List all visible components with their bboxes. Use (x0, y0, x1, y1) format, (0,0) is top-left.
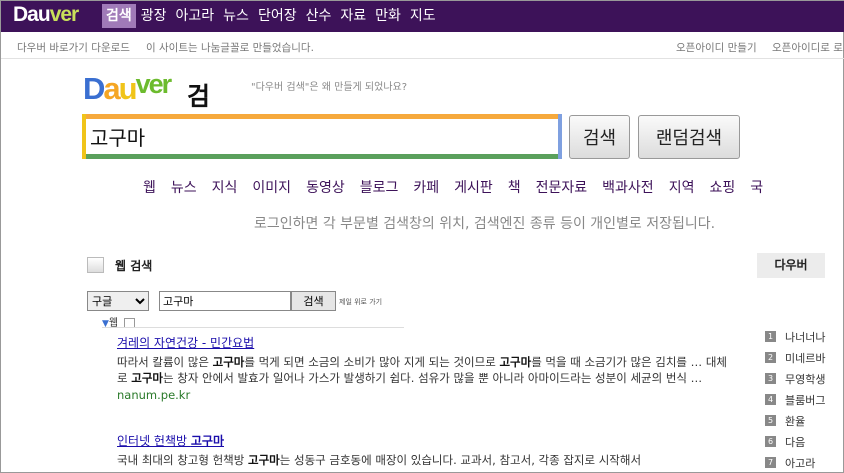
web-search-label: 웹 검색 (115, 259, 153, 273)
divider (102, 327, 404, 328)
search-box (82, 114, 562, 159)
collapse-icon[interactable] (87, 257, 104, 273)
dauver-logo[interactable]: Dauver (13, 3, 80, 31)
tab-web[interactable]: 웹 (143, 177, 156, 197)
tab-local[interactable]: 지역 (669, 177, 695, 197)
sidebar-item[interactable]: 2 미네르바 (765, 347, 825, 368)
top-nav-plaza[interactable]: 광장 (137, 4, 171, 28)
tab-images[interactable]: 이미지 (252, 177, 291, 197)
login-notice: 로그인하면 각 부문별 검색창의 위치, 검색엔진 종류 등이 개인별로 저장됩… (254, 216, 716, 232)
tab-papers[interactable]: 전문자료 (536, 177, 588, 197)
logo-text-ver: ver (49, 3, 80, 26)
tab-more[interactable]: 국 (750, 177, 763, 197)
logo-text-dau: Dau (13, 3, 51, 26)
top-nav-comics[interactable]: 만화 (371, 4, 405, 28)
result-title-link[interactable]: 인터넷 헌책방 고구마 (117, 432, 737, 449)
why-made-link[interactable]: "다우버 검색"은 왜 만들게 되었나요? (251, 78, 407, 93)
sidebar-list: 1 나너너나 2 미네르바 3 무영학생 4 블룸버그 5 환율 6 다음 7 아고라 (765, 326, 825, 473)
top-nav-wordbook[interactable]: 단어장 (254, 4, 301, 28)
mini-search-input[interactable] (159, 291, 291, 311)
engine-select[interactable]: 구글 (87, 291, 149, 311)
result-url: nanum.pe.kr (117, 388, 191, 402)
random-search-button[interactable]: 랜덤검색 (638, 115, 740, 159)
top-nav-math[interactable]: 산수 (302, 4, 336, 28)
search-input[interactable] (88, 120, 554, 153)
mini-search-button[interactable]: 검색 (291, 291, 336, 311)
result-snippet: 국내 최대의 창고형 헌책방 고구마는 성동구 금호동에 매장이 있습니다. 교… (117, 453, 642, 467)
tab-encyclopedia[interactable]: 백과사전 (602, 177, 654, 197)
top-nav-search[interactable]: 검색 (102, 4, 136, 28)
top-nav-resources[interactable]: 자료 (336, 4, 370, 28)
top-nav-map[interactable]: 지도 (406, 4, 440, 28)
tab-news[interactable]: 뉴스 (171, 177, 197, 197)
top-nav-agora[interactable]: 아고라 (172, 4, 219, 28)
search-result: 인터넷 헌책방 고구마 국내 최대의 창고형 헌책방 고구마는 성동구 금호동에… (117, 432, 737, 468)
go-top-link[interactable]: 제일 위로 가기 (339, 297, 382, 307)
create-openid-link[interactable]: 오픈아이디 만들기 (676, 40, 757, 55)
top-nav: 검색 광장 아고라 뉴스 단어장 산수 자료 만화 지도 (102, 4, 441, 28)
tab-board[interactable]: 게시판 (454, 177, 493, 197)
sidebar-item[interactable]: 1 나너너나 (765, 326, 825, 347)
sidebar-item[interactable]: 7 아고라 (765, 452, 825, 473)
search-button[interactable]: 검색 (569, 115, 630, 159)
tab-knowledge[interactable]: 지식 (212, 177, 238, 197)
font-notice-link[interactable]: 이 사이트는 나눔글꼴로 만들었습니다. (146, 40, 314, 55)
category-tabs: 웹 뉴스 지식 이미지 동영상 블로그 카페 게시판 책 전문자료 백과사전 지… (143, 177, 778, 197)
search-result: 겨레의 자연건강 - 민간요법 따라서 칼륨이 많은 고구마를 먹게 되면 소금… (117, 334, 737, 402)
tab-video[interactable]: 동영상 (306, 177, 345, 197)
sidebar-item[interactable]: 6 다음 (765, 431, 825, 452)
top-nav-news[interactable]: 뉴스 (219, 4, 253, 28)
openid-login-link[interactable]: 오픈아이디로 로그인 (772, 40, 844, 55)
tab-cafe[interactable]: 카페 (413, 177, 439, 197)
tab-books[interactable]: 책 (508, 177, 521, 197)
sidebar-header: 다우버 (757, 253, 825, 278)
result-snippet: 따라서 칼륨이 많은 고구마를 먹게 되면 소금의 소비가 많아 지게 되는 것… (117, 355, 727, 385)
utility-bar: 다우버 바로가기 다운로드 이 사이트는 나눔글꼴로 만들었습니다. 오픈아이디… (1, 32, 844, 59)
sidebar-item[interactable]: 3 무영학생 (765, 368, 825, 389)
tab-shopping[interactable]: 쇼핑 (709, 177, 735, 197)
dauver-big-logo[interactable]: Dauver (83, 69, 172, 107)
result-title-link[interactable]: 겨레의 자연건강 - 민간요법 (117, 334, 737, 351)
sidebar-item[interactable]: 5 환율 (765, 410, 825, 431)
sidebar-item[interactable]: 4 블룸버그 (765, 389, 825, 410)
shortcut-download-link[interactable]: 다우버 바로가기 다운로드 (17, 40, 130, 55)
top-bar: Dauver 검색 광장 아고라 뉴스 단어장 산수 자료 만화 지도 (1, 1, 844, 32)
tab-blog[interactable]: 블로그 (360, 177, 399, 197)
